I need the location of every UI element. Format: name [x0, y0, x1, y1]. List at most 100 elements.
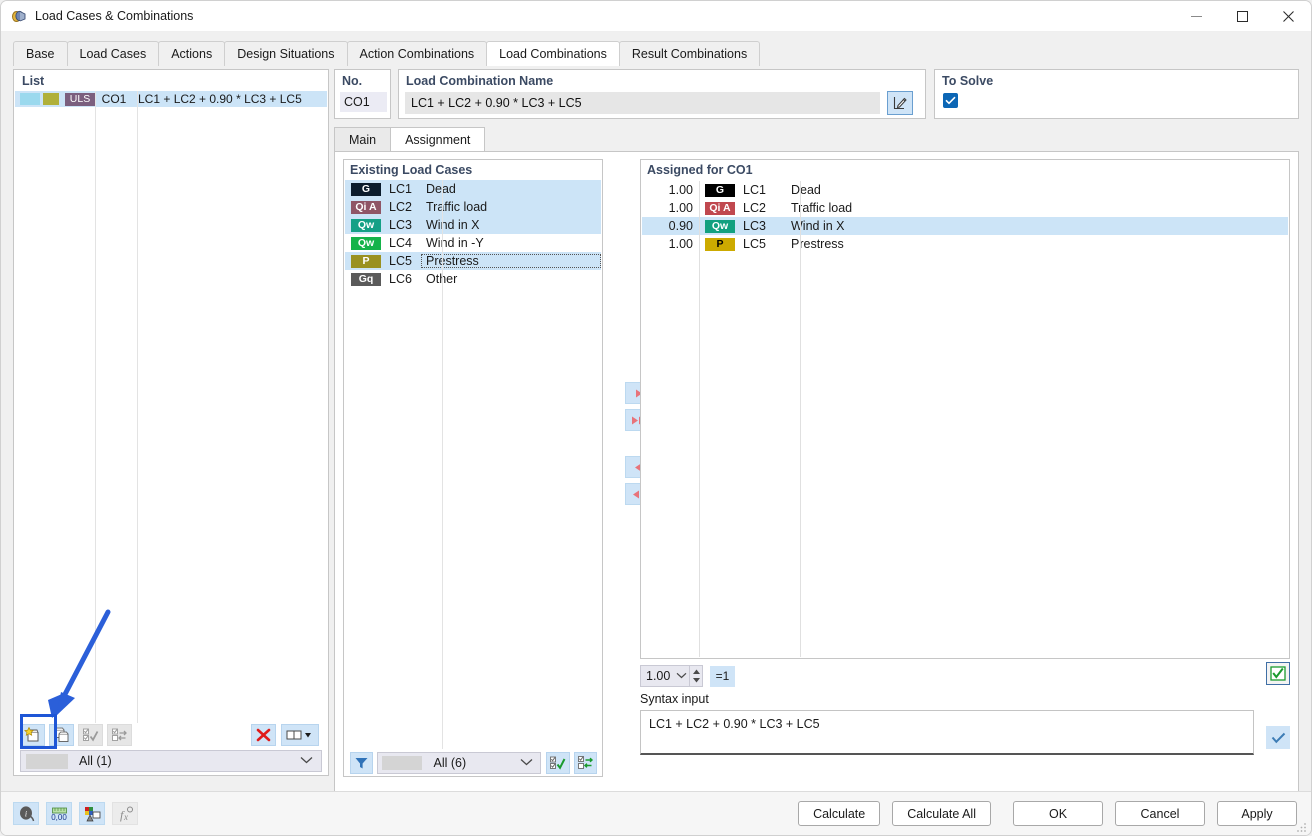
table-row[interactable]: ULS CO1 LC1 + LC2 + 0.90 * LC3 + LC5 — [15, 91, 327, 107]
load-case-id: LC3 — [381, 218, 421, 232]
cancel-button[interactable]: Cancel — [1115, 801, 1205, 826]
assigned-factor: 1.00 — [642, 201, 699, 215]
columns-button[interactable] — [281, 724, 319, 746]
tab-load-combinations[interactable]: Load Combinations — [486, 41, 620, 66]
assigned-title: Assigned for CO1 — [647, 163, 753, 177]
select-all-button[interactable] — [546, 752, 569, 774]
combinations-grid[interactable]: ULS CO1 LC1 + LC2 + 0.90 * LC3 + LC5 — [15, 91, 327, 723]
info-icon[interactable]: i — [13, 802, 39, 825]
no-field-label: No. — [342, 74, 362, 88]
no-field-box: No. CO1 — [334, 69, 391, 119]
list-item[interactable]: Qi A LC2 Traffic load — [345, 198, 601, 216]
tab-actions[interactable]: Actions — [158, 41, 225, 66]
svg-text:x: x — [123, 812, 128, 822]
title-bar: Load Cases & Combinations — [1, 1, 1311, 32]
confirm-factor-button[interactable] — [1266, 662, 1290, 685]
load-case-badge: P — [705, 238, 735, 251]
table-row[interactable]: 1.00 Qi A LC2 Traffic load — [642, 199, 1288, 217]
resize-grip[interactable] — [1296, 821, 1308, 833]
window-controls — [1173, 1, 1311, 32]
sub-tabs: Main Assignment — [334, 127, 484, 151]
chevron-down-icon — [520, 757, 533, 769]
subtab-main[interactable]: Main — [334, 127, 391, 151]
subtab-assignment[interactable]: Assignment — [390, 127, 485, 151]
svg-text:i: i — [24, 810, 26, 819]
load-case-badge: G — [705, 184, 735, 197]
calculate-button[interactable]: Calculate — [798, 801, 880, 826]
formula-icon: f x — [112, 802, 138, 825]
delete-button[interactable] — [251, 724, 276, 746]
list-item[interactable]: Gq LC6 Other — [345, 270, 601, 288]
existing-load-cases-toolbar: All (6) — [345, 750, 601, 776]
calculate-all-button[interactable]: Calculate All — [892, 801, 991, 826]
load-case-id: LC6 — [381, 272, 421, 286]
minimize-button[interactable] — [1173, 1, 1219, 32]
load-case-name: Wind in X — [421, 218, 601, 232]
svg-text:0,00: 0,00 — [51, 813, 67, 822]
factor-row: 1.00 =1 — [640, 664, 735, 688]
load-case-badge: Qi A — [351, 201, 381, 214]
units-icon[interactable]: 0,00 — [46, 802, 72, 825]
tab-load-cases[interactable]: Load Cases — [67, 41, 160, 66]
list-item[interactable]: Qw LC3 Wind in X — [345, 216, 601, 234]
existing-filter-dropdown[interactable]: All (6) — [377, 752, 541, 774]
tab-base[interactable]: Base — [13, 41, 68, 66]
select-all-button[interactable] — [78, 724, 103, 746]
load-case-name: Prestress — [421, 254, 601, 268]
table-row[interactable]: 1.00 G LC1 Dead — [642, 181, 1288, 199]
load-case-badge: Qw — [351, 237, 381, 250]
set-factor-to-one-button[interactable]: =1 — [710, 666, 735, 687]
ok-button[interactable]: OK — [1013, 801, 1103, 826]
load-case-name: Traffic load — [421, 200, 601, 214]
list-filter-dropdown[interactable]: All (1) — [20, 750, 322, 772]
assigned-box: Assigned for CO1 1.00 G LC1 Dead 1.00 Q — [640, 159, 1290, 659]
list-item[interactable]: Qw LC4 Wind in -Y — [345, 234, 601, 252]
load-case-id: LC3 — [735, 219, 779, 233]
factor-value: 1.00 — [641, 669, 670, 683]
display-properties-icon[interactable] — [79, 802, 105, 825]
table-row[interactable]: 1.00 P LC5 Prestress — [642, 235, 1288, 253]
main-tabs: Base Load Cases Actions Design Situation… — [13, 41, 1311, 66]
name-field-value[interactable]: LC1 + LC2 + 0.90 * LC3 + LC5 — [405, 92, 880, 114]
assigned-list[interactable]: 1.00 G LC1 Dead 1.00 Qi A LC2 Traffic lo… — [642, 181, 1288, 657]
table-row[interactable]: 0.90 Qw LC3 Wind in X — [642, 217, 1288, 235]
tab-action-combinations[interactable]: Action Combinations — [347, 41, 488, 66]
syntax-input[interactable]: LC1 + LC2 + 0.90 * LC3 + LC5 — [640, 710, 1254, 755]
status-icons: i 0,00 — [1, 802, 145, 825]
load-case-id: LC4 — [381, 236, 421, 250]
combinations-list-panel: List ULS CO1 LC1 + LC2 + 0.90 * LC3 + LC… — [13, 69, 329, 776]
load-case-name: Wind in -Y — [421, 236, 601, 250]
load-case-id: LC1 — [381, 182, 421, 196]
existing-filter-label: All (6) — [433, 756, 466, 770]
existing-load-cases-list[interactable]: G LC1 Dead Qi A LC2 Traffic load Qw LC3 — [345, 180, 601, 749]
maximize-button[interactable] — [1219, 1, 1265, 32]
to-solve-label: To Solve — [942, 74, 993, 88]
invert-selection-button[interactable] — [574, 752, 597, 774]
invert-selection-button[interactable] — [107, 724, 132, 746]
apply-button[interactable]: Apply — [1217, 801, 1297, 826]
no-field-value[interactable]: CO1 — [340, 92, 387, 112]
factor-dropdown[interactable]: 1.00 — [640, 665, 690, 687]
name-field-box: Load Combination Name LC1 + LC2 + 0.90 *… — [398, 69, 926, 119]
status-bar: i 0,00 — [1, 791, 1311, 835]
new-combination-button[interactable] — [20, 724, 45, 746]
list-toolbar — [15, 723, 327, 747]
list-item[interactable]: P LC5 Prestress — [345, 252, 601, 270]
edit-name-button[interactable] — [887, 91, 913, 115]
chevron-down-icon — [300, 755, 313, 767]
to-solve-checkbox[interactable] — [943, 93, 958, 108]
filter-button[interactable] — [350, 752, 373, 774]
load-case-badge: Qi A — [705, 202, 735, 215]
factor-stepper[interactable] — [690, 665, 703, 687]
copy-combination-button[interactable] — [49, 724, 74, 746]
syntax-input-label: Syntax input — [640, 692, 709, 706]
row-color-swatch-1 — [20, 93, 40, 105]
close-button[interactable] — [1265, 1, 1311, 32]
list-item[interactable]: G LC1 Dead — [345, 180, 601, 198]
apply-syntax-button[interactable] — [1266, 726, 1290, 749]
tab-result-combinations[interactable]: Result Combinations — [619, 41, 760, 66]
filter-color-swatch — [26, 754, 68, 769]
load-case-badge: P — [351, 255, 381, 268]
tab-design-situations[interactable]: Design Situations — [224, 41, 347, 66]
load-case-name: Dead — [421, 182, 601, 196]
